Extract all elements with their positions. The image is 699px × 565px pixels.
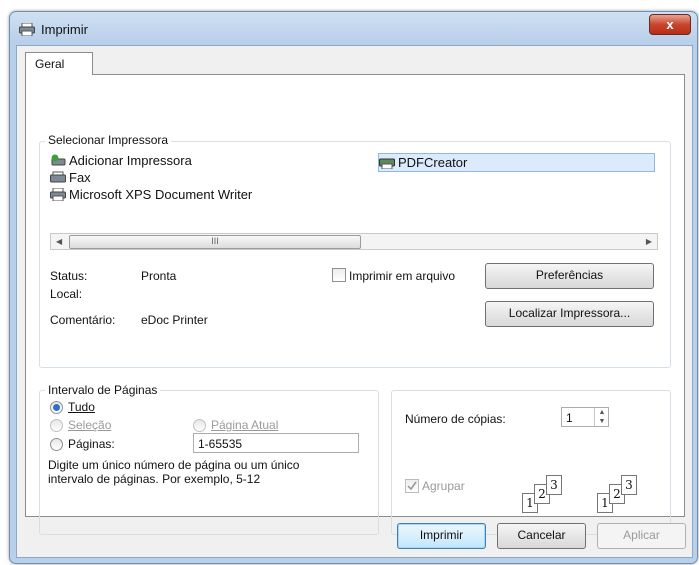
page-range-hint: Digite um único número de página ou um ú… [48, 458, 300, 486]
printer-name: Fax [69, 170, 91, 185]
spin-down-icon[interactable]: ▼ [595, 417, 609, 426]
collate-label: Agrupar [422, 479, 465, 493]
apply-button: Aplicar [597, 523, 686, 549]
pages-radio[interactable] [50, 438, 63, 451]
select-printer-group [39, 141, 671, 368]
scrollbar-thumb[interactable]: III [69, 235, 361, 249]
find-printer-button[interactable]: Localizar Impressora... [485, 301, 654, 327]
selection-label: Seleção [68, 418, 112, 432]
printer-list-scrollbar[interactable]: ◀ III ▶ [50, 233, 658, 250]
printer-name: PDFCreator [398, 155, 468, 170]
location-label: Local: [50, 287, 83, 301]
printer-name: Microsoft XPS Document Writer [69, 187, 253, 202]
fax-printer-icon [50, 171, 66, 184]
copies-label: Número de cópias: [405, 412, 506, 426]
select-printer-label: Selecionar Impressora [45, 133, 172, 147]
status-value: Pronta [141, 269, 177, 283]
print-dialog: Imprimir x Geral Selecionar Impressora A… [9, 11, 698, 564]
all-pages-radio[interactable] [50, 401, 63, 414]
preferences-button[interactable]: Preferências [485, 263, 654, 289]
title-bar[interactable]: Imprimir x [10, 12, 697, 46]
printer-name: Adicionar Impressora [69, 153, 192, 168]
spin-up-icon[interactable]: ▲ [595, 408, 609, 417]
tab-general[interactable]: Geral [25, 52, 93, 75]
add-printer-icon [50, 154, 66, 167]
cancel-button[interactable]: Cancelar [497, 523, 586, 549]
comment-value: eDoc Printer [141, 313, 208, 327]
collate-checkbox [405, 479, 419, 493]
close-button[interactable]: x [649, 14, 691, 35]
pages-input[interactable]: 1-65535 [193, 433, 359, 453]
all-pages-label[interactable]: Tudo [68, 400, 95, 414]
printer-icon [379, 156, 395, 170]
printer-item-xps[interactable]: Microsoft XPS Document Writer [50, 187, 252, 202]
general-panel: Selecionar Impressora Adicionar Impresso… [25, 74, 685, 535]
selection-radio [50, 419, 63, 432]
tab-label: Geral [35, 57, 65, 71]
scroll-right-icon[interactable]: ▶ [646, 234, 652, 249]
printer-item-pdfcreator[interactable]: PDFCreator [378, 153, 655, 172]
print-to-file-label[interactable]: Imprimir em arquivo [349, 269, 455, 283]
window-title: Imprimir [41, 22, 88, 37]
printer-item-add[interactable]: Adicionar Impressora [50, 153, 192, 168]
collate-illustration-1: 1 2 3 [522, 475, 586, 515]
print-to-file-checkbox[interactable] [332, 268, 346, 282]
print-button[interactable]: Imprimir [397, 523, 486, 549]
scroll-left-icon[interactable]: ◀ [56, 234, 62, 249]
comment-label: Comentário: [50, 313, 116, 327]
printer-item-fax[interactable]: Fax [50, 170, 91, 185]
page-sheet: 3 [621, 475, 637, 495]
status-label: Status: [50, 269, 88, 283]
check-icon [407, 481, 417, 491]
pages-label[interactable]: Páginas: [68, 437, 115, 451]
printer-icon [19, 22, 35, 37]
copies-spinner[interactable]: ▲ ▼ [594, 408, 609, 426]
page-range-label: Intervalo de Páginas [45, 383, 161, 397]
current-page-label: Página Atual [211, 418, 279, 432]
current-page-radio [193, 419, 206, 432]
close-icon: x [666, 17, 674, 32]
page-sheet: 3 [546, 475, 562, 495]
collate-illustration-2: 1 2 3 [597, 475, 661, 515]
printer-icon [50, 187, 66, 202]
dialog-body: Geral Selecionar Impressora Adicionar Im… [16, 45, 693, 558]
